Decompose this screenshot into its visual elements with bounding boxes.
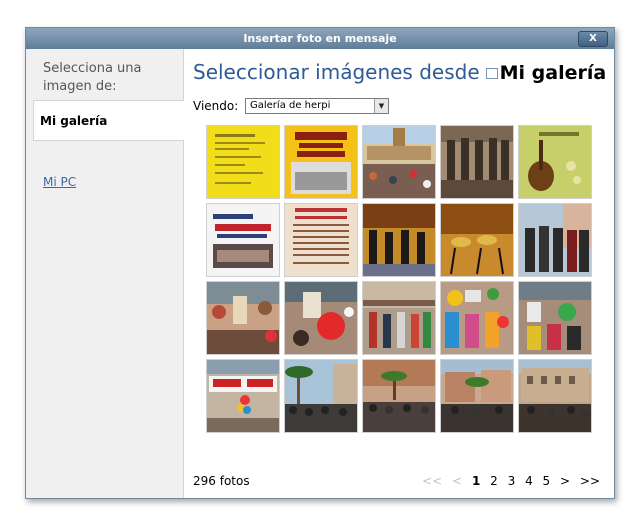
thumbnail-image (519, 360, 591, 432)
photo-thumbnail[interactable] (363, 360, 435, 432)
pager-page-3[interactable]: 3 (508, 474, 516, 488)
title-prefix: Seleccionar imágenes desde (193, 60, 480, 84)
thumbnail-image (285, 360, 357, 432)
close-button[interactable]: X (578, 31, 608, 47)
thumbnail-image (207, 204, 279, 276)
viewing-label: Viendo: (193, 99, 239, 113)
photo-thumbnail[interactable] (285, 360, 357, 432)
photo-thumbnail[interactable] (285, 204, 357, 276)
gallery-select[interactable]: Galería de herpi ▼ (245, 98, 389, 114)
thumbnail-image (363, 360, 435, 432)
photo-thumbnail[interactable] (441, 282, 513, 354)
title-gallery: Mi galería (499, 62, 607, 84)
thumbnail-image (285, 126, 357, 198)
photo-thumbnail[interactable] (519, 126, 591, 198)
photo-thumbnail[interactable] (207, 126, 279, 198)
photo-thumbnail[interactable] (519, 360, 591, 432)
thumbnail-image (363, 282, 435, 354)
pager-page-2[interactable]: 2 (490, 474, 498, 488)
close-icon: X (589, 33, 597, 44)
photo-thumbnail[interactable] (285, 282, 357, 354)
thumbnail-image (519, 204, 591, 276)
photo-thumbnail[interactable] (519, 204, 591, 276)
photo-count: 296 fotos (193, 474, 250, 488)
chevron-down-icon[interactable]: ▼ (374, 99, 388, 113)
pager-prev[interactable]: < (452, 474, 462, 488)
page-title: Seleccionar imágenes desde Mi galería (193, 60, 606, 84)
photo-thumbnail[interactable] (519, 282, 591, 354)
sidebar-item-mi-pc[interactable]: Mi PC (43, 175, 76, 189)
thumbnail-image (519, 282, 591, 354)
pager-page-5[interactable]: 5 (543, 474, 551, 488)
thumbnail-image (285, 282, 357, 354)
thumbnail-grid (207, 126, 607, 446)
pager-next[interactable]: > (560, 474, 570, 488)
dialog-title: Insertar foto en mensaje (243, 32, 397, 45)
thumbnail-image (441, 360, 513, 432)
thumbnail-image (207, 282, 279, 354)
thumbnail-image (363, 204, 435, 276)
pagination: << < 1 2 3 4 5 > >> (416, 474, 600, 488)
photo-thumbnail[interactable] (207, 204, 279, 276)
photo-thumbnail[interactable] (363, 204, 435, 276)
photo-thumbnail[interactable] (441, 126, 513, 198)
pager-last[interactable]: >> (580, 474, 600, 488)
pager-page-4[interactable]: 4 (525, 474, 533, 488)
photo-thumbnail[interactable] (207, 282, 279, 354)
insert-photo-dialog: Insertar foto en mensaje X Selecciona un… (25, 27, 615, 499)
pager-first[interactable]: << (422, 474, 442, 488)
thumbnail-image (285, 204, 357, 276)
photo-thumbnail[interactable] (441, 204, 513, 276)
sidebar: Selecciona una imagen de: Mi galería Mi … (26, 49, 184, 498)
thumbnail-image (519, 126, 591, 198)
dialog-titlebar: Insertar foto en mensaje X (26, 28, 614, 49)
photo-thumbnail[interactable] (363, 282, 435, 354)
thumbnail-image (441, 282, 513, 354)
photo-thumbnail[interactable] (363, 126, 435, 198)
external-link-icon (485, 68, 498, 79)
sidebar-heading: Selecciona una imagen de: (43, 61, 142, 94)
thumbnail-image (441, 126, 513, 198)
photo-thumbnail[interactable] (441, 360, 513, 432)
thumbnail-image (441, 204, 513, 276)
pager-page-1[interactable]: 1 (472, 474, 480, 488)
thumbnail-image (207, 360, 279, 432)
photo-thumbnail[interactable] (207, 360, 279, 432)
gallery-select-value: Galería de herpi (250, 100, 331, 111)
sidebar-item-mi-galeria[interactable]: Mi galería (33, 100, 184, 141)
photo-thumbnail[interactable] (285, 126, 357, 198)
thumbnail-image (207, 126, 279, 198)
thumbnail-image (363, 126, 435, 198)
